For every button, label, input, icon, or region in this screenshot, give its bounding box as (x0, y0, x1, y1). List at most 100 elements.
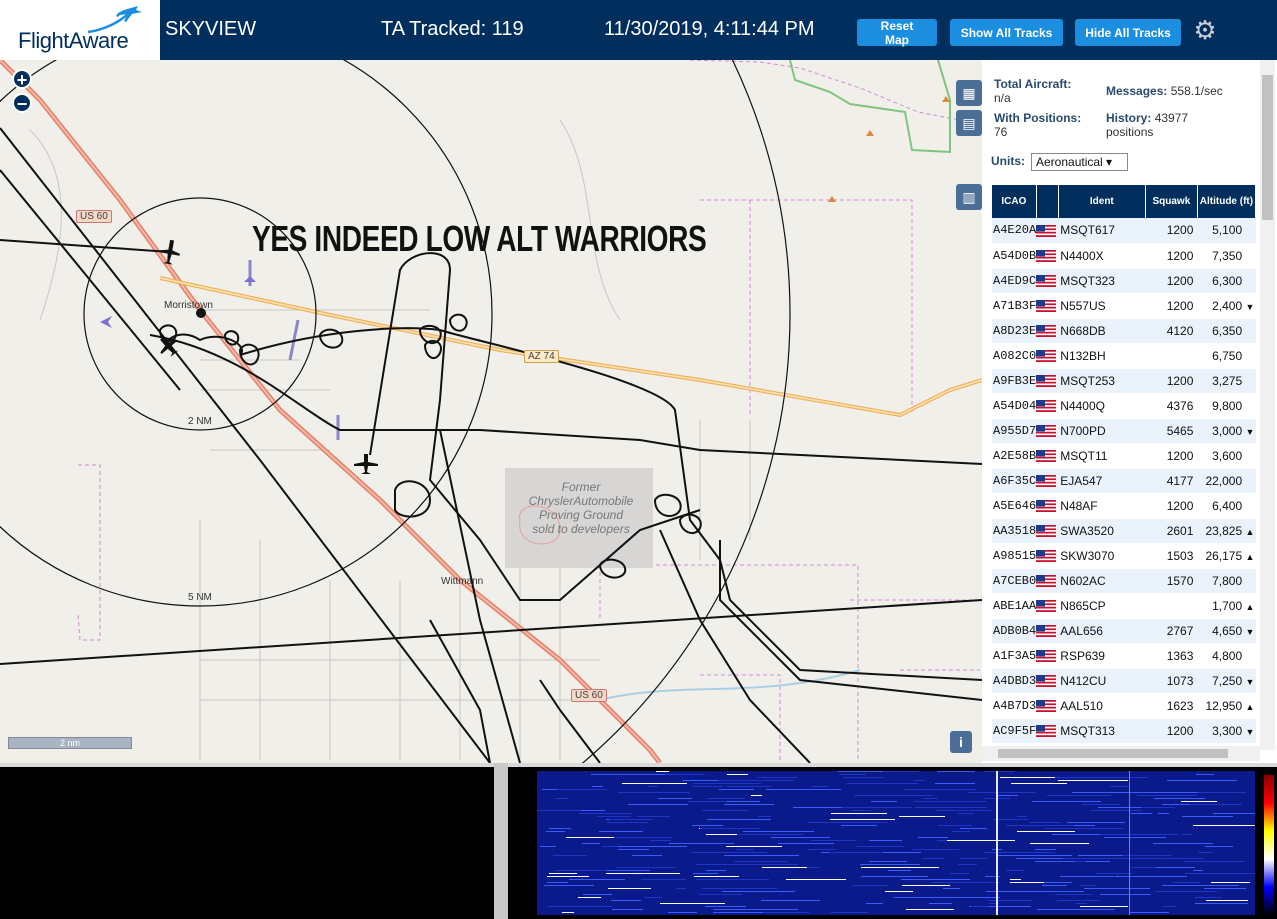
columns-icon[interactable]: ▥ (956, 184, 982, 210)
table-row[interactable]: A54D0B N4400X 1200 7,350 (992, 243, 1256, 269)
waterfall-streak (935, 810, 991, 811)
squawk-cell: 4120 (1145, 318, 1198, 344)
table-row[interactable]: A71B3F N557US 1200 2,400 ▼ (992, 293, 1256, 319)
waterfall-streak (807, 849, 835, 850)
ident-cell: MSQT253 (1058, 368, 1146, 394)
ident-cell: SWA3520 (1058, 518, 1146, 544)
table-row[interactable]: A4B7D3 AAL510 1623 12,950 ▲ (992, 693, 1256, 719)
us-flag-icon (1036, 400, 1057, 413)
table-row[interactable]: A6F35C EJA547 4177 22,000 (992, 468, 1256, 494)
waterfall-streak (1044, 882, 1072, 883)
squawk-cell: 1200 (1145, 718, 1198, 744)
column-header-squawk[interactable]: Squawk (1145, 185, 1198, 218)
table-row[interactable]: A1F3A5 RSP639 1363 4,800 (992, 643, 1256, 669)
flightaware-logo[interactable]: FlightAware (0, 0, 160, 60)
waterfall-streak (1154, 798, 1205, 799)
squawk-cell: 1073 (1145, 668, 1198, 694)
waterfall-streak (830, 819, 872, 820)
info-icon[interactable]: i (950, 731, 972, 753)
sidebar-panel: Total Aircraft: n/a Messages: 558.1/sec W… (982, 60, 1277, 763)
table-row[interactable]: A8D23E N668DB 4120 6,350 (992, 318, 1256, 344)
table-row[interactable]: A2E58B MSQT11 1200 3,600 (992, 443, 1256, 469)
waterfall-streak (847, 783, 918, 784)
map-view[interactable]: + − ▦ ▤ ▥ YES INDEED LOW ALT WARRIORS Mo… (0, 60, 982, 763)
column-header-icao[interactable]: ICAO (992, 185, 1037, 218)
altitude-trend-icon: ▲ (1245, 551, 1255, 562)
altitude-cell: 26,175 ▲ (1197, 543, 1256, 569)
waterfall-streak (947, 840, 1015, 841)
town-label: Wittmann (441, 576, 484, 587)
us-flag-icon (1036, 425, 1057, 438)
waterfall-streak (707, 798, 745, 799)
squawk-cell (1145, 593, 1198, 619)
waterfall-streak (1195, 897, 1222, 898)
map-layers-icon[interactable]: ▦ (956, 80, 982, 106)
altitude-cell: 7,800 (1197, 568, 1256, 594)
waterfall-streak (718, 780, 794, 781)
waterfall-streak (638, 837, 673, 838)
waterfall-streak (913, 849, 959, 850)
panel-splitter[interactable] (494, 763, 508, 919)
waterfall-streak (952, 831, 970, 832)
vertical-scroll-thumb[interactable] (1262, 75, 1273, 220)
table-row[interactable]: ABE1AA N865CP 1,700 ▲ (992, 593, 1256, 619)
table-row[interactable]: AC9F5F MSQT313 1200 3,300 ▼ (992, 718, 1256, 744)
map-canvas[interactable] (0, 60, 982, 763)
waterfall-streak (702, 810, 748, 811)
waterfall-streak (851, 810, 871, 811)
zoom-in-button[interactable]: + (12, 69, 32, 90)
table-row[interactable]: ADB0B4 AAL656 2767 4,650 ▼ (992, 618, 1256, 644)
us-flag-icon (1036, 475, 1057, 488)
table-row[interactable]: A4ED9C MSQT323 1200 6,300 (992, 268, 1256, 294)
altitude-cell: 2,400 ▼ (1197, 293, 1256, 319)
units-select[interactable]: Aeronautical ▾ (1031, 153, 1128, 171)
waterfall-streak (612, 909, 643, 910)
squawk-cell: 1570 (1145, 568, 1198, 594)
table-row[interactable]: A4E20A MSQT617 1200 5,100 (992, 218, 1256, 244)
flag-cell (1036, 318, 1059, 344)
column-header-flag[interactable] (1036, 185, 1059, 218)
squawk-cell: 4376 (1145, 393, 1198, 419)
flag-cell (1036, 518, 1059, 544)
hide-all-tracks-button[interactable]: Hide All Tracks (1075, 19, 1181, 46)
altitude-cell: 5,100 (1197, 218, 1256, 244)
horizontal-scroll-thumb[interactable] (998, 749, 1228, 758)
range-ring-label: 5 NM (188, 592, 212, 603)
waterfall-streak (676, 888, 686, 889)
waterfall-streak (696, 864, 723, 865)
gear-icon[interactable]: ⚙ (1192, 17, 1218, 43)
icao-cell: A6F35C (992, 468, 1037, 494)
table-row[interactable]: AA3518 SWA3520 2601 23,825 ▲ (992, 518, 1256, 544)
color-scale-bar (1264, 775, 1274, 915)
squawk-cell: 1200 (1145, 293, 1198, 319)
column-header-ident[interactable]: Ident (1058, 185, 1146, 218)
spectrum-waterfall (537, 771, 1255, 915)
table-row[interactable]: A98515 SKW3070 1503 26,175 ▲ (992, 543, 1256, 569)
waterfall-streak (1072, 792, 1146, 793)
table-row[interactable]: A4DBD3 N412CU 1073 7,250 ▼ (992, 668, 1256, 694)
table-row[interactable]: A082C0 N132BH 6,750 (992, 343, 1256, 369)
waterfall-streak (971, 906, 989, 907)
waterfall-streak (660, 903, 725, 904)
grid-icon[interactable]: ▤ (956, 110, 982, 136)
table-row[interactable]: A54D04 N4400Q 4376 9,800 (992, 393, 1256, 419)
table-row[interactable]: A955D7 N700PD 5465 3,000 ▼ (992, 418, 1256, 444)
waterfall-streak (1000, 777, 1055, 778)
table-row[interactable]: A5E646 N48AF 1200 6,400 (992, 493, 1256, 519)
table-row[interactable]: A9FB3E MSQT253 1200 3,275 (992, 368, 1256, 394)
waterfall-streak (937, 897, 1000, 898)
reset-map-button[interactable]: Reset Map (857, 19, 937, 47)
zoom-out-button[interactable]: − (12, 93, 32, 114)
table-row[interactable]: A7CEB0 N602AC 1570 7,800 (992, 568, 1256, 594)
waterfall-streak (1162, 906, 1177, 907)
waterfall-streak (624, 900, 641, 901)
show-all-tracks-button[interactable]: Show All Tracks (950, 19, 1063, 46)
waterfall-streak (1067, 822, 1125, 823)
us-flag-icon (1036, 700, 1057, 713)
waterfall-streak (1076, 903, 1087, 904)
waterfall-streak (1082, 804, 1120, 805)
waterfall-streak (700, 828, 760, 829)
ident-cell: MSQT11 (1058, 443, 1146, 469)
waterfall-streak (719, 789, 754, 790)
column-header-altitude[interactable]: Altitude (ft) (1197, 185, 1257, 218)
